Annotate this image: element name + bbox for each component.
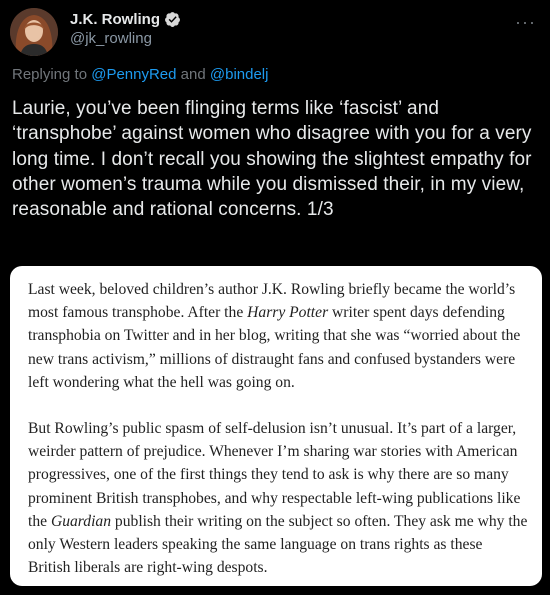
tweet-text: Laurie, you’ve been flinging terms like … [12,98,532,221]
article-paragraph-2: But Rowling’s public spasm of self-delus… [28,417,528,579]
verified-badge-icon [165,12,180,27]
author-names: J.K. Rowling @jk_rowling [70,11,181,47]
mention-bindelj[interactable]: @bindelj [210,66,269,83]
avatar-photo-icon [10,8,58,56]
more-options-icon[interactable]: ··· [515,12,536,33]
handle[interactable]: @jk_rowling [70,30,181,47]
tweet: J.K. Rowling @jk_rowling ··· Replying to… [0,0,550,595]
para2-italic: Guardian [50,512,112,530]
mention-pennyred[interactable]: @PennyRed [91,66,176,83]
display-name[interactable]: J.K. Rowling [70,11,160,28]
name-row: J.K. Rowling [70,11,181,28]
replying-to-label: Replying to [12,66,92,83]
article-paragraph-1: Last week, beloved children’s author J.K… [28,278,528,394]
replying-connector: and [176,66,210,83]
avatar[interactable] [10,8,58,56]
quoted-article-image[interactable]: Last week, beloved children’s author J.K… [10,266,542,586]
tweet-header: J.K. Rowling @jk_rowling ··· [10,8,540,58]
replying-to: Replying to @PennyRed and @bindelj [12,66,268,83]
para1-italic: Harry Potter [247,304,329,322]
